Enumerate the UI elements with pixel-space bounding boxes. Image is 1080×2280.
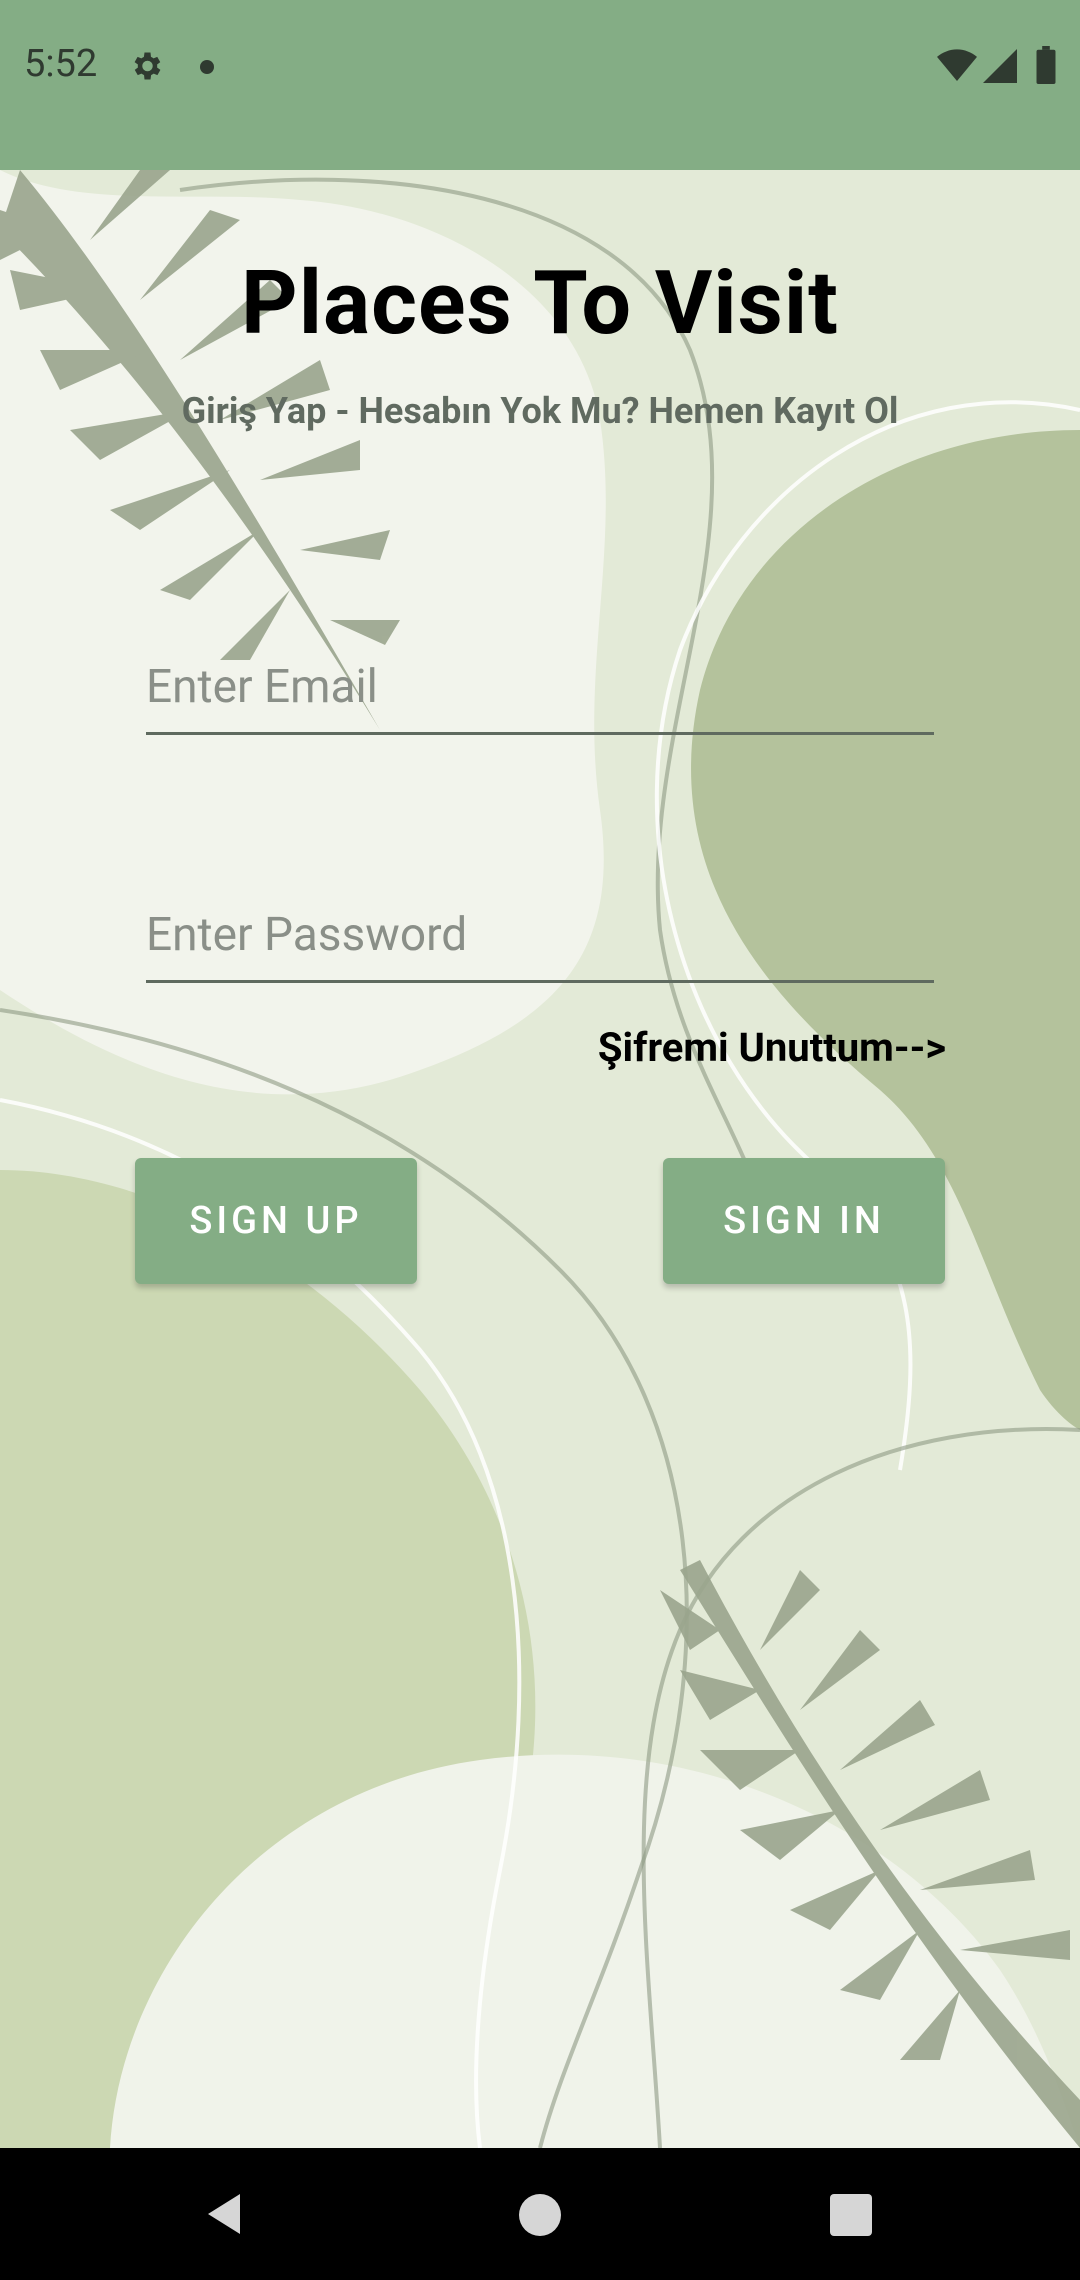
navigation-bar <box>0 2148 1080 2280</box>
sign-up-button[interactable]: SIGN UP <box>135 1158 417 1284</box>
sign-in-button[interactable]: SIGN IN <box>663 1158 945 1284</box>
dot-icon <box>200 60 214 74</box>
signal-icon <box>983 49 1017 83</box>
gear-icon <box>134 52 161 80</box>
login-content: Places To Visit Giriş Yap - Hesabın Yok … <box>0 0 1080 2280</box>
email-field-container <box>146 642 934 735</box>
recents-icon[interactable] <box>830 2194 872 2236</box>
login-screen: 5:52 Places To Visit Giriş Yap - Hesabın… <box>0 0 1080 2280</box>
status-bar: 5:52 <box>0 0 1080 170</box>
page-title: Places To Visit <box>241 252 839 355</box>
password-field-container <box>146 890 934 983</box>
home-icon[interactable] <box>519 2194 561 2236</box>
forgot-password-link[interactable]: Şifremi Unuttum--> <box>598 1024 946 1071</box>
password-field[interactable] <box>146 890 934 980</box>
battery-icon <box>1036 46 1056 84</box>
page-subtitle: Giriş Yap - Hesabın Yok Mu? Hemen Kayıt … <box>181 390 899 432</box>
status-time: 5:52 <box>24 42 98 86</box>
back-icon[interactable] <box>200 2190 248 2238</box>
email-field[interactable] <box>146 642 934 732</box>
wifi-icon <box>937 49 977 81</box>
